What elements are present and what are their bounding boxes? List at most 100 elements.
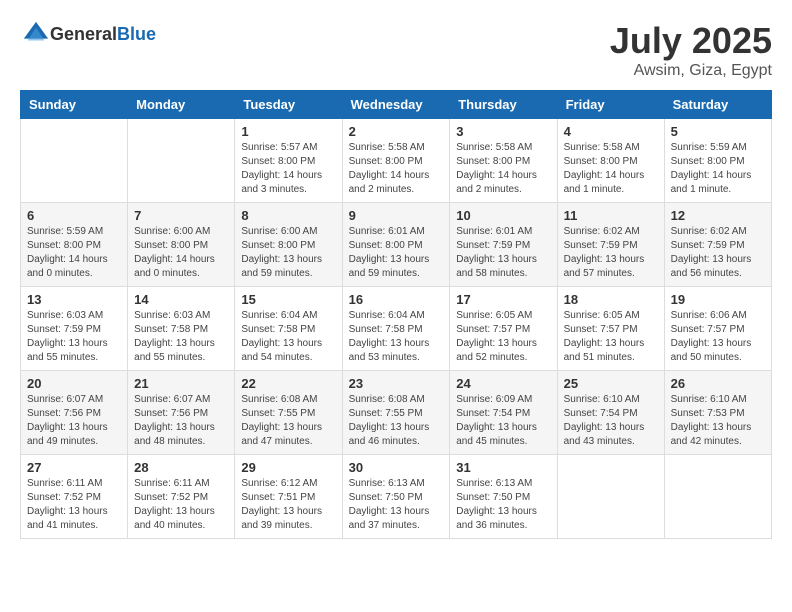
day-number: 12 [671,208,765,223]
day-number: 29 [241,460,335,475]
day-number: 4 [564,124,658,139]
title-block: July 2025 Awsim, Giza, Egypt [610,20,772,80]
day-info: Sunrise: 5:58 AM Sunset: 8:00 PM Dayligh… [349,141,444,197]
day-info: Sunrise: 6:02 AM Sunset: 7:59 PM Dayligh… [564,225,658,281]
day-cell: 8 Sunrise: 6:00 AM Sunset: 8:00 PM Daylig… [235,203,342,287]
day-cell [557,455,664,539]
week-row-1: 1 Sunrise: 5:57 AM Sunset: 8:00 PM Daylig… [21,119,772,203]
day-number: 22 [241,376,335,391]
weekday-header-tuesday: Tuesday [235,91,342,119]
day-cell: 21 Sunrise: 6:07 AM Sunset: 7:56 PM Dayli… [128,371,235,455]
day-number: 20 [27,376,121,391]
day-cell: 18 Sunrise: 6:05 AM Sunset: 7:57 PM Dayli… [557,287,664,371]
day-info: Sunrise: 6:10 AM Sunset: 7:53 PM Dayligh… [671,393,765,449]
weekday-header-monday: Monday [128,91,235,119]
day-cell: 4 Sunrise: 5:58 AM Sunset: 8:00 PM Daylig… [557,119,664,203]
weekday-header-saturday: Saturday [664,91,771,119]
day-info: Sunrise: 6:11 AM Sunset: 7:52 PM Dayligh… [27,477,121,533]
day-cell: 31Sunrise: 6:13 AM Sunset: 7:50 PM Dayli… [450,455,557,539]
day-info: Sunrise: 6:06 AM Sunset: 7:57 PM Dayligh… [671,309,765,365]
day-cell: 5 Sunrise: 5:59 AM Sunset: 8:00 PM Daylig… [664,119,771,203]
day-info: Sunrise: 6:07 AM Sunset: 7:56 PM Dayligh… [134,393,228,449]
weekday-header-wednesday: Wednesday [342,91,450,119]
day-number: 2 [349,124,444,139]
month-title: July 2025 [610,20,772,62]
day-cell: 20 Sunrise: 6:07 AM Sunset: 7:56 PM Dayli… [21,371,128,455]
day-number: 1 [241,124,335,139]
day-cell: 2 Sunrise: 5:58 AM Sunset: 8:00 PM Daylig… [342,119,450,203]
day-info: Sunrise: 6:11 AM Sunset: 7:52 PM Dayligh… [134,477,228,533]
day-info: Sunrise: 5:58 AM Sunset: 8:00 PM Dayligh… [564,141,658,197]
day-number: 13 [27,292,121,307]
week-row-2: 6 Sunrise: 5:59 AM Sunset: 8:00 PM Daylig… [21,203,772,287]
day-info: Sunrise: 5:59 AM Sunset: 8:00 PM Dayligh… [27,225,121,281]
day-info: Sunrise: 6:08 AM Sunset: 7:55 PM Dayligh… [241,393,335,449]
day-number: 14 [134,292,228,307]
day-info: Sunrise: 6:07 AM Sunset: 7:56 PM Dayligh… [27,393,121,449]
logo-icon [22,20,50,48]
day-info: Sunrise: 6:04 AM Sunset: 7:58 PM Dayligh… [241,309,335,365]
day-number: 9 [349,208,444,223]
weekday-header-thursday: Thursday [450,91,557,119]
day-cell [664,455,771,539]
day-cell: 24Sunrise: 6:09 AM Sunset: 7:54 PM Dayli… [450,371,557,455]
day-cell: 1 Sunrise: 5:57 AM Sunset: 8:00 PM Daylig… [235,119,342,203]
day-number: 5 [671,124,765,139]
day-number: 8 [241,208,335,223]
day-cell [128,119,235,203]
day-info: Sunrise: 6:04 AM Sunset: 7:58 PM Dayligh… [349,309,444,365]
day-number: 30 [349,460,444,475]
day-number: 27 [27,460,121,475]
day-number: 21 [134,376,228,391]
day-info: Sunrise: 5:57 AM Sunset: 8:00 PM Dayligh… [241,141,335,197]
day-number: 15 [241,292,335,307]
day-info: Sunrise: 5:59 AM Sunset: 8:00 PM Dayligh… [671,141,765,197]
day-number: 6 [27,208,121,223]
day-info: Sunrise: 6:13 AM Sunset: 7:50 PM Dayligh… [349,477,444,533]
day-number: 23 [349,376,444,391]
location-title: Awsim, Giza, Egypt [610,62,772,80]
day-info: Sunrise: 6:03 AM Sunset: 7:59 PM Dayligh… [27,309,121,365]
week-row-5: 27 Sunrise: 6:11 AM Sunset: 7:52 PM Dayli… [21,455,772,539]
day-number: 16 [349,292,444,307]
day-info: Sunrise: 6:05 AM Sunset: 7:57 PM Dayligh… [564,309,658,365]
day-info: Sunrise: 6:00 AM Sunset: 8:00 PM Dayligh… [241,225,335,281]
weekday-header-sunday: Sunday [21,91,128,119]
day-number: 19 [671,292,765,307]
day-info: Sunrise: 6:05 AM Sunset: 7:57 PM Dayligh… [456,309,550,365]
calendar-table: SundayMondayTuesdayWednesdayThursdayFrid… [20,90,772,539]
day-cell: 14 Sunrise: 6:03 AM Sunset: 7:58 PM Dayli… [128,287,235,371]
weekday-header-friday: Friday [557,91,664,119]
day-cell: 13 Sunrise: 6:03 AM Sunset: 7:59 PM Dayli… [21,287,128,371]
day-number: 7 [134,208,228,223]
day-cell: 30 Sunrise: 6:13 AM Sunset: 7:50 PM Dayli… [342,455,450,539]
day-cell: 27 Sunrise: 6:11 AM Sunset: 7:52 PM Dayli… [21,455,128,539]
day-info: Sunrise: 6:12 AM Sunset: 7:51 PM Dayligh… [241,477,335,533]
day-cell: 29 Sunrise: 6:12 AM Sunset: 7:51 PM Dayli… [235,455,342,539]
day-number: 31 [456,460,550,475]
day-info: Sunrise: 6:03 AM Sunset: 7:58 PM Dayligh… [134,309,228,365]
day-info: Sunrise: 6:00 AM Sunset: 8:00 PM Dayligh… [134,225,228,281]
day-cell: 17Sunrise: 6:05 AM Sunset: 7:57 PM Dayli… [450,287,557,371]
day-number: 25 [564,376,658,391]
day-number: 10 [456,208,550,223]
day-cell: 9Sunrise: 6:01 AM Sunset: 8:00 PM Daylig… [342,203,450,287]
day-number: 18 [564,292,658,307]
day-number: 26 [671,376,765,391]
day-info: Sunrise: 6:10 AM Sunset: 7:54 PM Dayligh… [564,393,658,449]
day-cell: 6 Sunrise: 5:59 AM Sunset: 8:00 PM Daylig… [21,203,128,287]
day-cell [21,119,128,203]
logo-blue: Blue [117,24,156,44]
day-info: Sunrise: 6:01 AM Sunset: 7:59 PM Dayligh… [456,225,550,281]
day-cell: 28 Sunrise: 6:11 AM Sunset: 7:52 PM Dayli… [128,455,235,539]
day-cell: 16 Sunrise: 6:04 AM Sunset: 7:58 PM Dayli… [342,287,450,371]
day-cell: 11Sunrise: 6:02 AM Sunset: 7:59 PM Dayli… [557,203,664,287]
day-info: Sunrise: 5:58 AM Sunset: 8:00 PM Dayligh… [456,141,550,197]
day-cell: 26 Sunrise: 6:10 AM Sunset: 7:53 PM Dayli… [664,371,771,455]
logo-general: General [50,24,117,44]
day-cell: 3Sunrise: 5:58 AM Sunset: 8:00 PM Daylig… [450,119,557,203]
page-header: GeneralBlue July 2025 Awsim, Giza, Egypt [20,20,772,80]
day-number: 28 [134,460,228,475]
week-row-4: 20 Sunrise: 6:07 AM Sunset: 7:56 PM Dayli… [21,371,772,455]
logo: GeneralBlue [20,20,156,48]
